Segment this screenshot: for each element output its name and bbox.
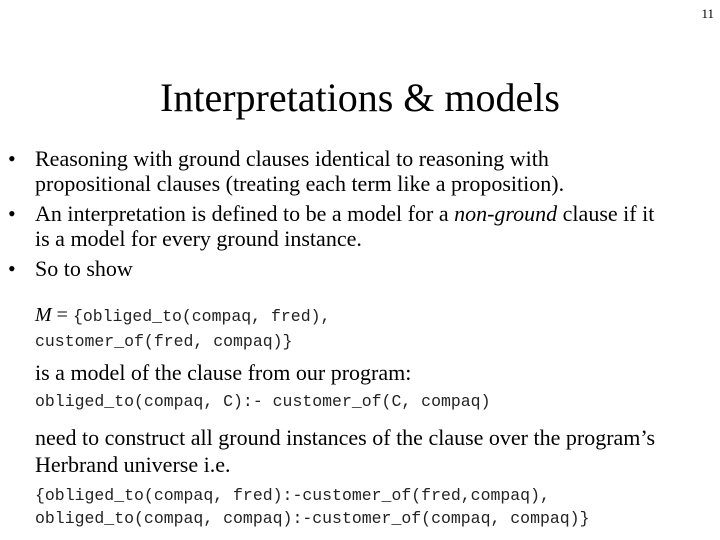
bullet-text: So to show	[35, 256, 133, 281]
program-clause: obliged_to(compaq, C):- customer_of(C, c…	[35, 392, 491, 411]
bullet-icon: •	[8, 256, 16, 281]
model-definition: M = {obliged_to(compaq, fred), customer_…	[35, 303, 330, 354]
bullet-item: • An interpretation is defined to be a m…	[0, 201, 720, 251]
ground-instances: {obliged_to(compaq, fred):-customer_of(f…	[35, 484, 590, 530]
bullet-text: propositional clauses (treating each ter…	[35, 171, 565, 196]
emphasis: non-ground	[454, 201, 558, 226]
text-span: An interpretation is defined to be a mod…	[35, 201, 455, 226]
slide-number: 11	[701, 6, 714, 21]
bullet-text: An interpretation is defined to be a mod…	[35, 201, 720, 226]
model-of-text: is a model of the clause from our progra…	[35, 360, 412, 385]
bullet-text: is a model for every ground instance.	[35, 226, 362, 251]
need-text-line2: Herbrand universe i.e.	[35, 452, 231, 477]
bullet-icon: •	[8, 201, 16, 226]
bullet-list: • Reasoning with ground clauses identica…	[0, 146, 720, 286]
bullet-text: Reasoning with ground clauses identical …	[35, 146, 549, 171]
model-set-line2: customer_of(fred, compaq)}	[35, 332, 293, 351]
need-text-line1: need to construct all ground instances o…	[35, 425, 656, 450]
text-span: clause if it	[557, 201, 655, 226]
bullet-item: • Reasoning with ground clauses identica…	[0, 146, 720, 196]
equals-sign: =	[51, 304, 73, 326]
model-set-line1: {obliged_to(compaq, fred),	[72, 307, 331, 326]
bullet-item: • So to show	[0, 256, 720, 281]
instance-line1: {obliged_to(compaq, fred):-customer_of(f…	[35, 486, 550, 505]
model-symbol: M	[35, 304, 52, 326]
bullet-icon: •	[8, 146, 16, 171]
slide-title: Interpretations & models	[160, 75, 560, 120]
instance-line2: obliged_to(compaq, compaq):-customer_of(…	[35, 509, 590, 528]
